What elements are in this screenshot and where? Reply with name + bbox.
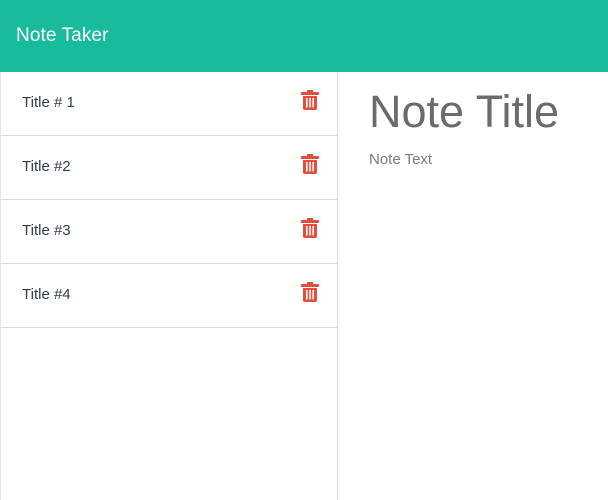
note-text-input[interactable] [369, 150, 599, 450]
note-item-title[interactable]: Title #4 [22, 286, 71, 304]
app-brand[interactable]: Note Taker [16, 24, 109, 48]
trash-icon[interactable] [301, 154, 319, 174]
note-list-item[interactable]: Title #4 [1, 264, 337, 328]
note-list-item[interactable]: Title #3 [1, 200, 337, 264]
note-list: Title # 1 Title #2 Title #3 Title #4 [1, 72, 337, 328]
note-item-title[interactable]: Title #3 [22, 222, 71, 240]
note-list-item[interactable]: Title # 1 [1, 72, 337, 136]
note-list-item[interactable]: Title #2 [1, 136, 337, 200]
navbar: Note Taker [0, 0, 608, 72]
trash-icon[interactable] [301, 282, 319, 302]
note-item-title[interactable]: Title # 1 [22, 94, 75, 112]
note-title-input[interactable] [369, 82, 605, 142]
note-item-title[interactable]: Title #2 [22, 158, 71, 176]
note-list-panel: Title # 1 Title #2 Title #3 Title #4 [0, 72, 338, 500]
trash-icon[interactable] [301, 218, 319, 238]
note-editor [338, 72, 608, 500]
trash-icon[interactable] [301, 90, 319, 110]
